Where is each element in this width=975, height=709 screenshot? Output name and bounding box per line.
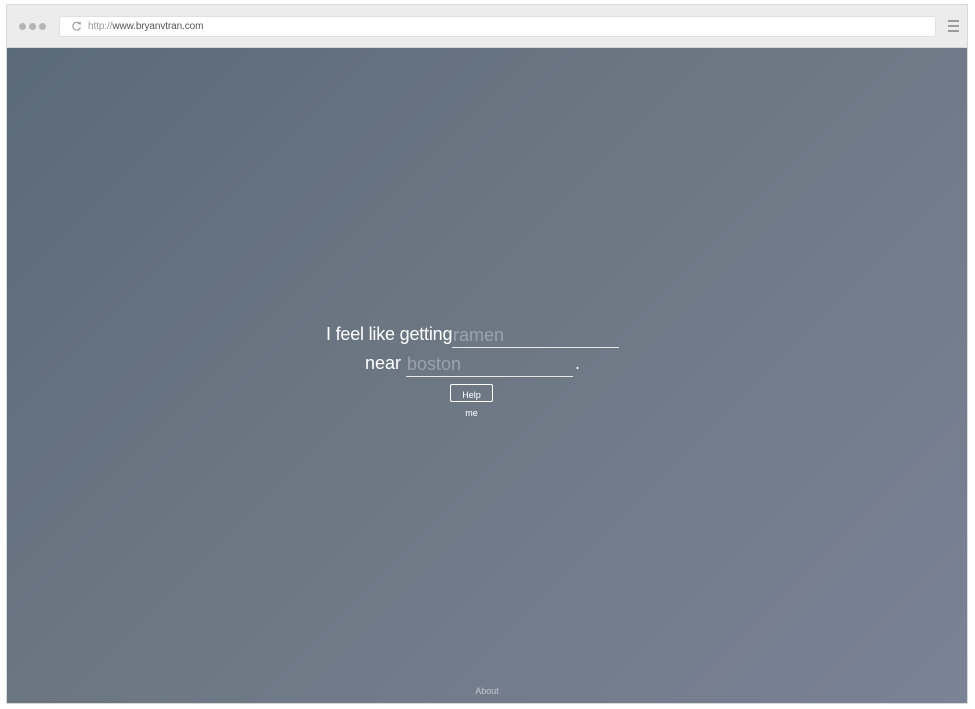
browser-window: http://www.bryanvtran.com I feel like ge… bbox=[7, 5, 967, 703]
address-bar[interactable]: http://www.bryanvtran.com bbox=[59, 16, 936, 37]
help-me-button[interactable]: Help me bbox=[450, 384, 493, 418]
url-host: www.bryanvtran.com bbox=[112, 21, 204, 32]
window-dot[interactable] bbox=[29, 23, 36, 30]
food-input[interactable]: ramen bbox=[452, 324, 619, 348]
url-text: http://www.bryanvtran.com bbox=[88, 21, 203, 32]
about-link[interactable]: About bbox=[7, 686, 967, 696]
sentence-period: . bbox=[575, 353, 581, 373]
browser-toolbar: http://www.bryanvtran.com bbox=[7, 5, 967, 48]
location-input[interactable]: boston bbox=[406, 353, 573, 377]
window-dot[interactable] bbox=[19, 23, 26, 30]
url-scheme: http:// bbox=[88, 21, 113, 32]
reload-icon[interactable] bbox=[68, 19, 84, 35]
hamburger-menu-icon[interactable] bbox=[948, 20, 959, 32]
window-controls bbox=[19, 23, 46, 30]
near-label: near bbox=[365, 353, 402, 373]
window-dot[interactable] bbox=[39, 23, 46, 30]
page-viewport: I feel like getting ramen near boston . … bbox=[7, 48, 967, 703]
feel-like-label: I feel like getting bbox=[326, 324, 453, 344]
